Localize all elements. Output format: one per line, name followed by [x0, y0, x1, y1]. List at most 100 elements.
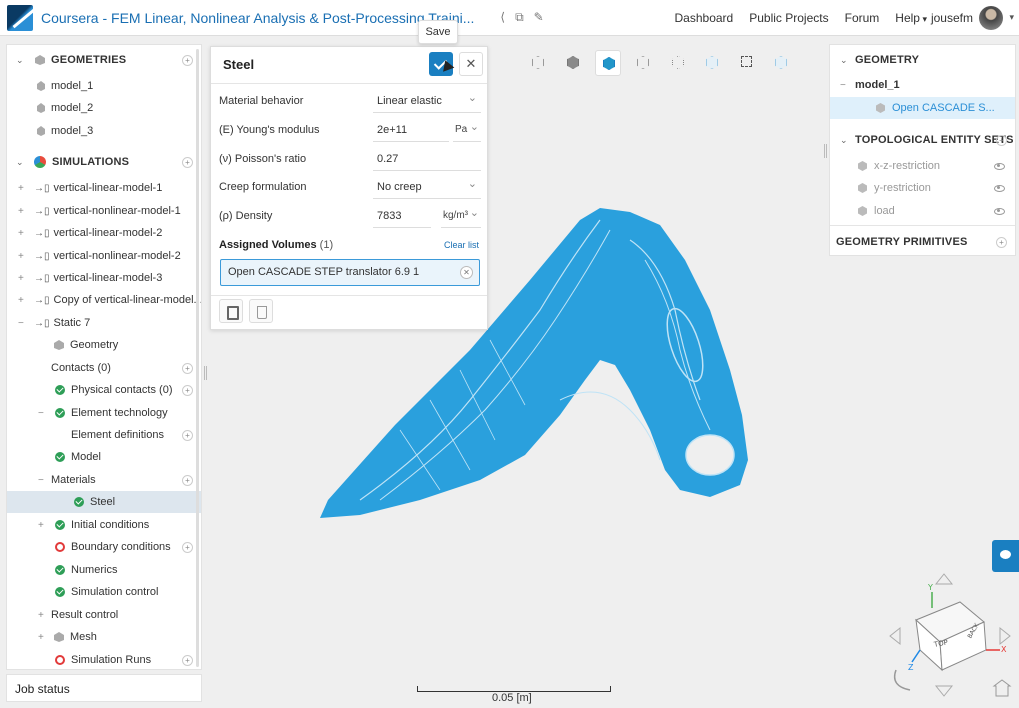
nav-forum[interactable]: Forum	[845, 11, 880, 25]
tree-item-contacts[interactable]: Contacts (0) +	[7, 357, 201, 379]
assigned-volume-item[interactable]: Open CASCADE STEP translator 6.9 1 ✕	[220, 259, 480, 286]
project-title[interactable]: Coursera - FEM Linear, Nonlinear Analysi…	[41, 10, 474, 26]
add-material-button[interactable]: +	[182, 474, 193, 486]
username[interactable]: jousefm	[931, 11, 973, 25]
chevron-down-icon[interactable]: ⌄	[16, 157, 24, 168]
tree-item-physical-contacts[interactable]: Physical contacts (0) +	[7, 379, 201, 401]
topo-sets-header[interactable]: ⌄ TOPOLOGICAL ENTITY SETS +	[830, 129, 1015, 151]
tree-item-simulation-control[interactable]: Simulation control	[7, 581, 201, 603]
topo-set-item[interactable]: y-restriction	[830, 177, 1015, 199]
expand-icon[interactable]: +	[18, 251, 24, 262]
view-surfaces-button[interactable]	[595, 50, 621, 76]
tree-item-model-2[interactable]: model_2	[7, 97, 201, 119]
chevron-down-icon[interactable]: ▾	[1009, 12, 1014, 23]
expand-icon[interactable]: +	[18, 273, 24, 284]
expand-icon[interactable]: +	[38, 632, 44, 643]
tree-item-element-technology[interactable]: − Element technology	[7, 402, 201, 424]
share-icon[interactable]: ⟨	[500, 10, 505, 25]
add-primitive-button[interactable]: +	[996, 236, 1007, 248]
tree-item-simulation[interactable]: + →▯ Copy of vertical-linear-model...	[7, 289, 201, 311]
nav-help[interactable]: Help	[895, 11, 927, 25]
chat-button[interactable]	[992, 540, 1019, 572]
expand-icon[interactable]: +	[38, 610, 44, 621]
tree-item-simulation-runs[interactable]: Simulation Runs +	[7, 649, 201, 669]
left-panel-resize-handle[interactable]	[204, 366, 207, 380]
add-element-definition-button[interactable]: +	[182, 429, 193, 441]
youngs-modulus-unit-select[interactable]: Pa	[453, 118, 481, 142]
remove-volume-icon[interactable]: ✕	[460, 266, 473, 279]
box-select-button[interactable]	[734, 50, 760, 76]
job-status-bar[interactable]: Job status	[6, 674, 202, 702]
geometry-part-item[interactable]: Open CASCADE S...	[830, 97, 1015, 119]
collapse-icon[interactable]: −	[38, 408, 44, 419]
geometry-primitives-header[interactable]: GEOMETRY PRIMITIVES +	[830, 231, 1015, 253]
eye-icon[interactable]	[994, 162, 1005, 170]
view-points-button[interactable]	[665, 50, 691, 76]
material-behavior-select[interactable]: Linear elastic	[373, 89, 481, 113]
add-topo-set-button[interactable]: +	[996, 134, 1007, 146]
chevron-down-icon[interactable]: ⌄	[840, 55, 848, 66]
avatar[interactable]	[979, 6, 1003, 30]
add-geometry-button[interactable]: +	[182, 54, 193, 66]
simulations-header[interactable]: ⌄ SIMULATIONS +	[7, 151, 201, 173]
youngs-modulus-input[interactable]: 2e+11	[373, 118, 449, 142]
add-boundary-condition-button[interactable]: +	[182, 541, 193, 553]
geometry-model-item[interactable]: − model_1	[830, 74, 1015, 96]
nav-dashboard[interactable]: Dashboard	[675, 11, 734, 25]
delete-button[interactable]	[249, 299, 273, 323]
add-physical-contact-button[interactable]: +	[182, 384, 193, 396]
geometry-section-header[interactable]: ⌄ GEOMETRY	[830, 49, 1015, 71]
nav-public-projects[interactable]: Public Projects	[749, 11, 828, 25]
edit-icon[interactable]: ✎	[534, 10, 544, 25]
tree-item-simulation[interactable]: + →▯ vertical-linear-model-2	[7, 222, 201, 244]
topo-set-item[interactable]: load	[830, 200, 1015, 222]
eye-icon[interactable]	[994, 184, 1005, 192]
add-contact-button[interactable]: +	[182, 362, 193, 374]
tree-item-model-3[interactable]: model_3	[7, 120, 201, 142]
collapse-icon[interactable]: −	[18, 318, 24, 329]
tree-item-static-7[interactable]: − →▯ Static 7	[7, 312, 201, 334]
density-unit-select[interactable]: kg/m³	[441, 204, 481, 228]
expand-icon[interactable]: +	[18, 228, 24, 239]
tree-item-element-definitions[interactable]: Element definitions +	[7, 424, 201, 446]
simscale-logo[interactable]	[7, 4, 33, 31]
clear-list-link[interactable]: Clear list	[444, 240, 479, 250]
tree-item-simulation[interactable]: + →▯ vertical-nonlinear-model-1	[7, 200, 201, 222]
poisson-ratio-input[interactable]: 0.27	[373, 147, 481, 171]
geometries-header[interactable]: ⌄ GEOMETRIES +	[7, 49, 201, 71]
density-input[interactable]: 7833	[373, 204, 431, 228]
view-wireframe-button[interactable]	[630, 50, 656, 76]
tree-item-simulation[interactable]: + →▯ vertical-nonlinear-model-2	[7, 245, 201, 267]
collapse-icon[interactable]: −	[840, 80, 846, 91]
tree-item-materials[interactable]: − Materials +	[7, 469, 201, 491]
tree-scrollbar[interactable]	[196, 49, 199, 667]
tree-item-steel[interactable]: Steel	[7, 491, 201, 513]
chevron-down-icon[interactable]: ⌄	[840, 135, 848, 146]
tree-item-numerics[interactable]: Numerics	[7, 559, 201, 581]
tree-item-model[interactable]: Model	[7, 446, 201, 468]
tree-item-geometry[interactable]: Geometry	[7, 334, 201, 356]
tree-item-result-control[interactable]: + Result control	[7, 604, 201, 626]
tree-item-initial-conditions[interactable]: + Initial conditions	[7, 514, 201, 536]
tree-item-simulation[interactable]: + →▯ vertical-linear-model-3	[7, 267, 201, 289]
add-simulation-button[interactable]: +	[182, 156, 193, 168]
expand-icon[interactable]: +	[18, 295, 24, 306]
expand-icon[interactable]: +	[38, 520, 44, 531]
right-panel-resize-handle[interactable]	[824, 144, 827, 158]
collapse-icon[interactable]: −	[38, 475, 44, 486]
navigation-cube[interactable]: TOP BACK Y X Z	[884, 570, 1016, 702]
view-settings-button[interactable]	[768, 50, 794, 76]
tree-item-model-1[interactable]: model_1	[7, 75, 201, 97]
tree-item-simulation[interactable]: + →▯ vertical-linear-model-1	[7, 177, 201, 199]
view-transparent-button[interactable]	[699, 50, 725, 76]
close-button[interactable]: ✕	[459, 52, 483, 76]
eye-icon[interactable]	[994, 207, 1005, 215]
view-solid-dark-button[interactable]	[560, 50, 586, 76]
add-simulation-run-button[interactable]: +	[182, 654, 193, 666]
expand-icon[interactable]: +	[18, 206, 24, 217]
tree-item-mesh[interactable]: + Mesh	[7, 626, 201, 648]
duplicate-button[interactable]	[219, 299, 243, 323]
view-solid-button[interactable]	[525, 50, 551, 76]
creep-formulation-select[interactable]: No creep	[373, 175, 481, 199]
tree-item-boundary-conditions[interactable]: Boundary conditions +	[7, 536, 201, 558]
